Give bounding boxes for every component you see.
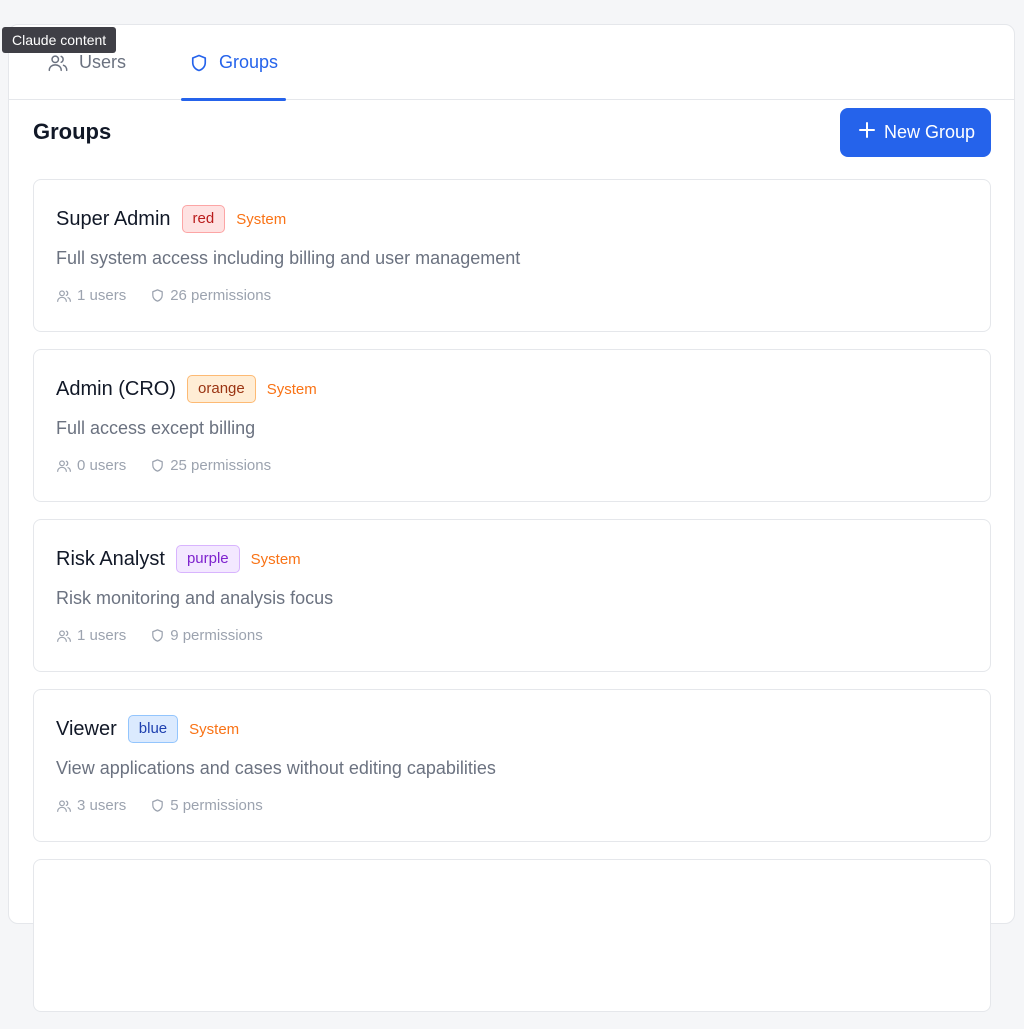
tab-users-label: Users bbox=[79, 52, 127, 72]
group-list: Super Admin red System Full system acces… bbox=[33, 179, 991, 1029]
shield-icon bbox=[150, 458, 165, 473]
group-description: Risk monitoring and analysis focus bbox=[56, 588, 334, 608]
group-description: Full access except billing bbox=[56, 418, 256, 438]
permission-count: 26 permissions bbox=[170, 287, 272, 304]
tab-groups-label: Groups bbox=[219, 52, 279, 72]
permission-count: 9 permissions bbox=[170, 627, 263, 644]
users-icon bbox=[47, 52, 69, 74]
new-group-label: New Group bbox=[883, 121, 975, 142]
system-label: System bbox=[250, 550, 301, 568]
tab-groups[interactable]: Groups bbox=[181, 25, 287, 101]
group-name: Admin (CRO) bbox=[56, 377, 177, 400]
user-count: 1 users bbox=[77, 287, 127, 304]
system-label: System bbox=[189, 720, 240, 738]
users-icon bbox=[56, 288, 72, 304]
user-count: 0 users bbox=[77, 457, 127, 474]
tooltip: Claude content bbox=[2, 27, 117, 53]
users-icon bbox=[56, 628, 72, 644]
group-description: Full system access including billing and… bbox=[56, 248, 521, 268]
shield-icon bbox=[150, 798, 165, 813]
new-group-button[interactable]: New Group bbox=[839, 107, 991, 157]
group-card[interactable]: Super Admin red System Full system acces… bbox=[33, 179, 991, 332]
group-card[interactable]: Viewer blue System View applications and… bbox=[33, 689, 991, 842]
plus-icon bbox=[858, 121, 876, 144]
users-icon bbox=[56, 798, 72, 814]
group-name: Risk Analyst bbox=[56, 547, 165, 570]
shield-icon bbox=[189, 53, 209, 73]
user-count: 3 users bbox=[77, 797, 127, 814]
color-badge: red bbox=[181, 205, 226, 233]
permission-count: 25 permissions bbox=[170, 457, 272, 474]
color-badge: orange bbox=[187, 375, 256, 403]
group-name: Super Admin bbox=[56, 207, 171, 230]
group-card[interactable] bbox=[33, 859, 991, 1012]
system-label: System bbox=[266, 380, 317, 398]
page-title: Groups bbox=[33, 119, 112, 144]
users-icon bbox=[56, 458, 72, 474]
groups-header: Groups New Group bbox=[33, 107, 991, 157]
group-name: Viewer bbox=[56, 717, 117, 740]
group-card[interactable]: Risk Analyst purple System Risk monitori… bbox=[33, 519, 991, 672]
group-card[interactable]: Admin (CRO) orange System Full access ex… bbox=[33, 349, 991, 502]
color-badge: blue bbox=[127, 715, 179, 743]
system-label: System bbox=[236, 210, 287, 228]
permission-count: 5 permissions bbox=[170, 797, 263, 814]
user-count: 1 users bbox=[77, 627, 127, 644]
color-badge: purple bbox=[175, 545, 240, 573]
group-description: View applications and cases without edit… bbox=[56, 758, 496, 778]
tab-bar: Users Groups bbox=[9, 25, 1014, 101]
shield-icon bbox=[150, 628, 165, 643]
shield-icon bbox=[150, 288, 165, 303]
